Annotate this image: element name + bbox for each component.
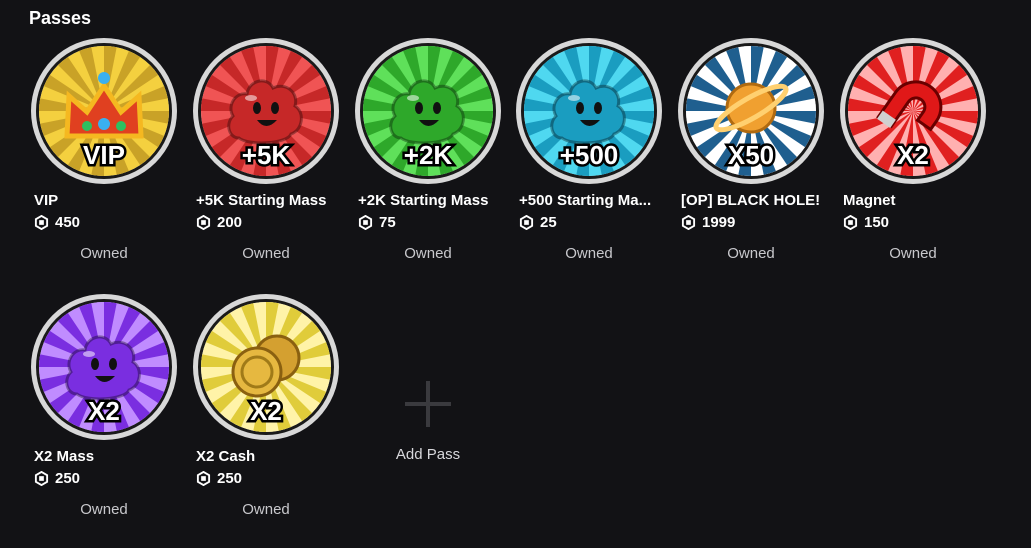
pass-name[interactable]: +5K Starting Mass [196,192,336,209]
pass-badge: X2 [897,140,929,170]
robux-icon [358,215,373,230]
pass-name[interactable]: VIP [34,192,174,209]
pass-thumbnail[interactable]: X50 [678,38,824,184]
pass-status: Owned [727,245,775,262]
pass-price-value: 75 [379,214,396,231]
pass-thumbnail[interactable]: X2 [31,294,177,440]
pass-price: 200 [196,214,242,231]
pass-thumbnail[interactable]: VIP [31,38,177,184]
pass-name[interactable]: Magnet [843,192,983,209]
robux-icon [34,215,49,230]
pass-price-value: 250 [55,470,81,487]
pass-name[interactable]: [OP] BLACK HOLE! [681,192,821,209]
robux-icon [519,215,534,230]
pass-badge: X2 [250,396,282,426]
pass-price: 150 [843,214,889,231]
pass-status: Owned [889,245,937,262]
pass-price: 450 [34,214,80,231]
robux-icon [843,215,858,230]
pass-name[interactable]: X2 Mass [34,448,174,465]
add-pass-button[interactable]: Add Pass [353,325,503,475]
pass-status: Owned [242,501,290,518]
pass-status: Owned [565,245,613,262]
pass-status: Owned [80,245,128,262]
pass-price-value: 250 [217,470,243,487]
pass-thumbnail[interactable]: +5K [193,38,339,184]
pass-badge: +5K [242,140,291,170]
pass-status: Owned [242,245,290,262]
pass-name[interactable]: +500 Starting Ma... [519,192,659,209]
robux-icon [196,471,211,486]
pass-badge: +500 [560,140,619,170]
pass-price: 75 [358,214,396,231]
pass-thumbnail[interactable]: X2 [840,38,986,184]
pass-price: 25 [519,214,557,231]
pass-thumbnail[interactable]: +500 [516,38,662,184]
pass-name[interactable]: +2K Starting Mass [358,192,498,209]
robux-icon [196,215,211,230]
pass-thumbnail[interactable]: +2K [355,38,501,184]
pass-status: Owned [404,245,452,262]
pass-status: Owned [80,501,128,518]
pass-badge: X50 [728,140,774,170]
pass-badge: X2 [88,396,120,426]
add-pass-label: Add Pass [395,446,461,463]
pass-badge: VIP [83,140,125,170]
pass-name[interactable]: X2 Cash [196,448,336,465]
pass-price-value: 450 [55,214,81,231]
pass-price-value: 150 [864,214,890,231]
robux-icon [681,215,696,230]
pass-price-value: 1999 [702,214,736,231]
pass-price: 250 [196,470,242,487]
plus-icon [405,381,451,427]
pass-price: 1999 [681,214,735,231]
pass-thumbnail[interactable]: X2 [193,294,339,440]
pass-price-value: 25 [540,214,557,231]
robux-icon [34,471,49,486]
pass-price: 250 [34,470,80,487]
pass-price-value: 200 [217,214,243,231]
section-title: Passes [29,8,92,28]
pass-badge: +2K [404,140,453,170]
